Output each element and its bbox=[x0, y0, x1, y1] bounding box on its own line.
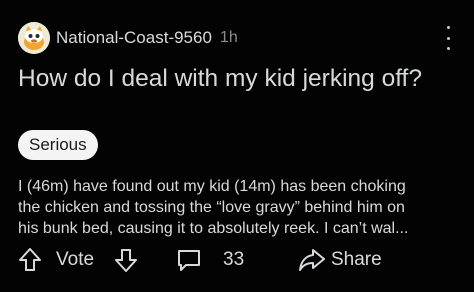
snoo-avatar-icon bbox=[18, 22, 50, 54]
post-author[interactable]: National-Coast-9560 bbox=[56, 28, 212, 48]
post-body[interactable]: I (46m) have found out my kid (14m) has … bbox=[18, 176, 468, 239]
downvote-arrow-icon bbox=[115, 249, 137, 272]
post-body-line: I (46m) have found out my kid (14m) has … bbox=[18, 178, 406, 195]
post-title[interactable]: How do I deal with my kid jerking off? bbox=[18, 64, 458, 93]
share-arrow-icon bbox=[299, 249, 325, 271]
post-body-line: his bunk bed, causing it to absolutely r… bbox=[18, 220, 409, 237]
vote-label: Vote bbox=[56, 249, 95, 270]
more-dot bbox=[446, 47, 450, 50]
downvote-button[interactable] bbox=[114, 245, 138, 275]
more-dot bbox=[446, 36, 450, 40]
post-time: 1h bbox=[219, 29, 238, 46]
avatar[interactable] bbox=[18, 22, 50, 54]
post-flair[interactable]: Serious bbox=[18, 130, 98, 160]
share-button[interactable] bbox=[298, 245, 326, 275]
comment-bubble-icon bbox=[178, 250, 200, 271]
more-options-icon[interactable] bbox=[444, 26, 452, 50]
comment-count: 33 bbox=[223, 249, 245, 270]
post-card[interactable]: National-Coast-9560 1h How do I deal wit… bbox=[0, 0, 474, 292]
share-label: Share bbox=[331, 249, 382, 270]
upvote-button[interactable] bbox=[18, 245, 42, 275]
more-dot bbox=[446, 26, 450, 29]
upvote-arrow-icon bbox=[19, 248, 41, 271]
post-actions: Vote 33 Share bbox=[18, 245, 458, 275]
post-header: National-Coast-9560 1h bbox=[18, 22, 238, 54]
comments-button[interactable] bbox=[176, 245, 202, 275]
post-body-line: the chicken and tossing the “love gravy”… bbox=[18, 199, 405, 216]
